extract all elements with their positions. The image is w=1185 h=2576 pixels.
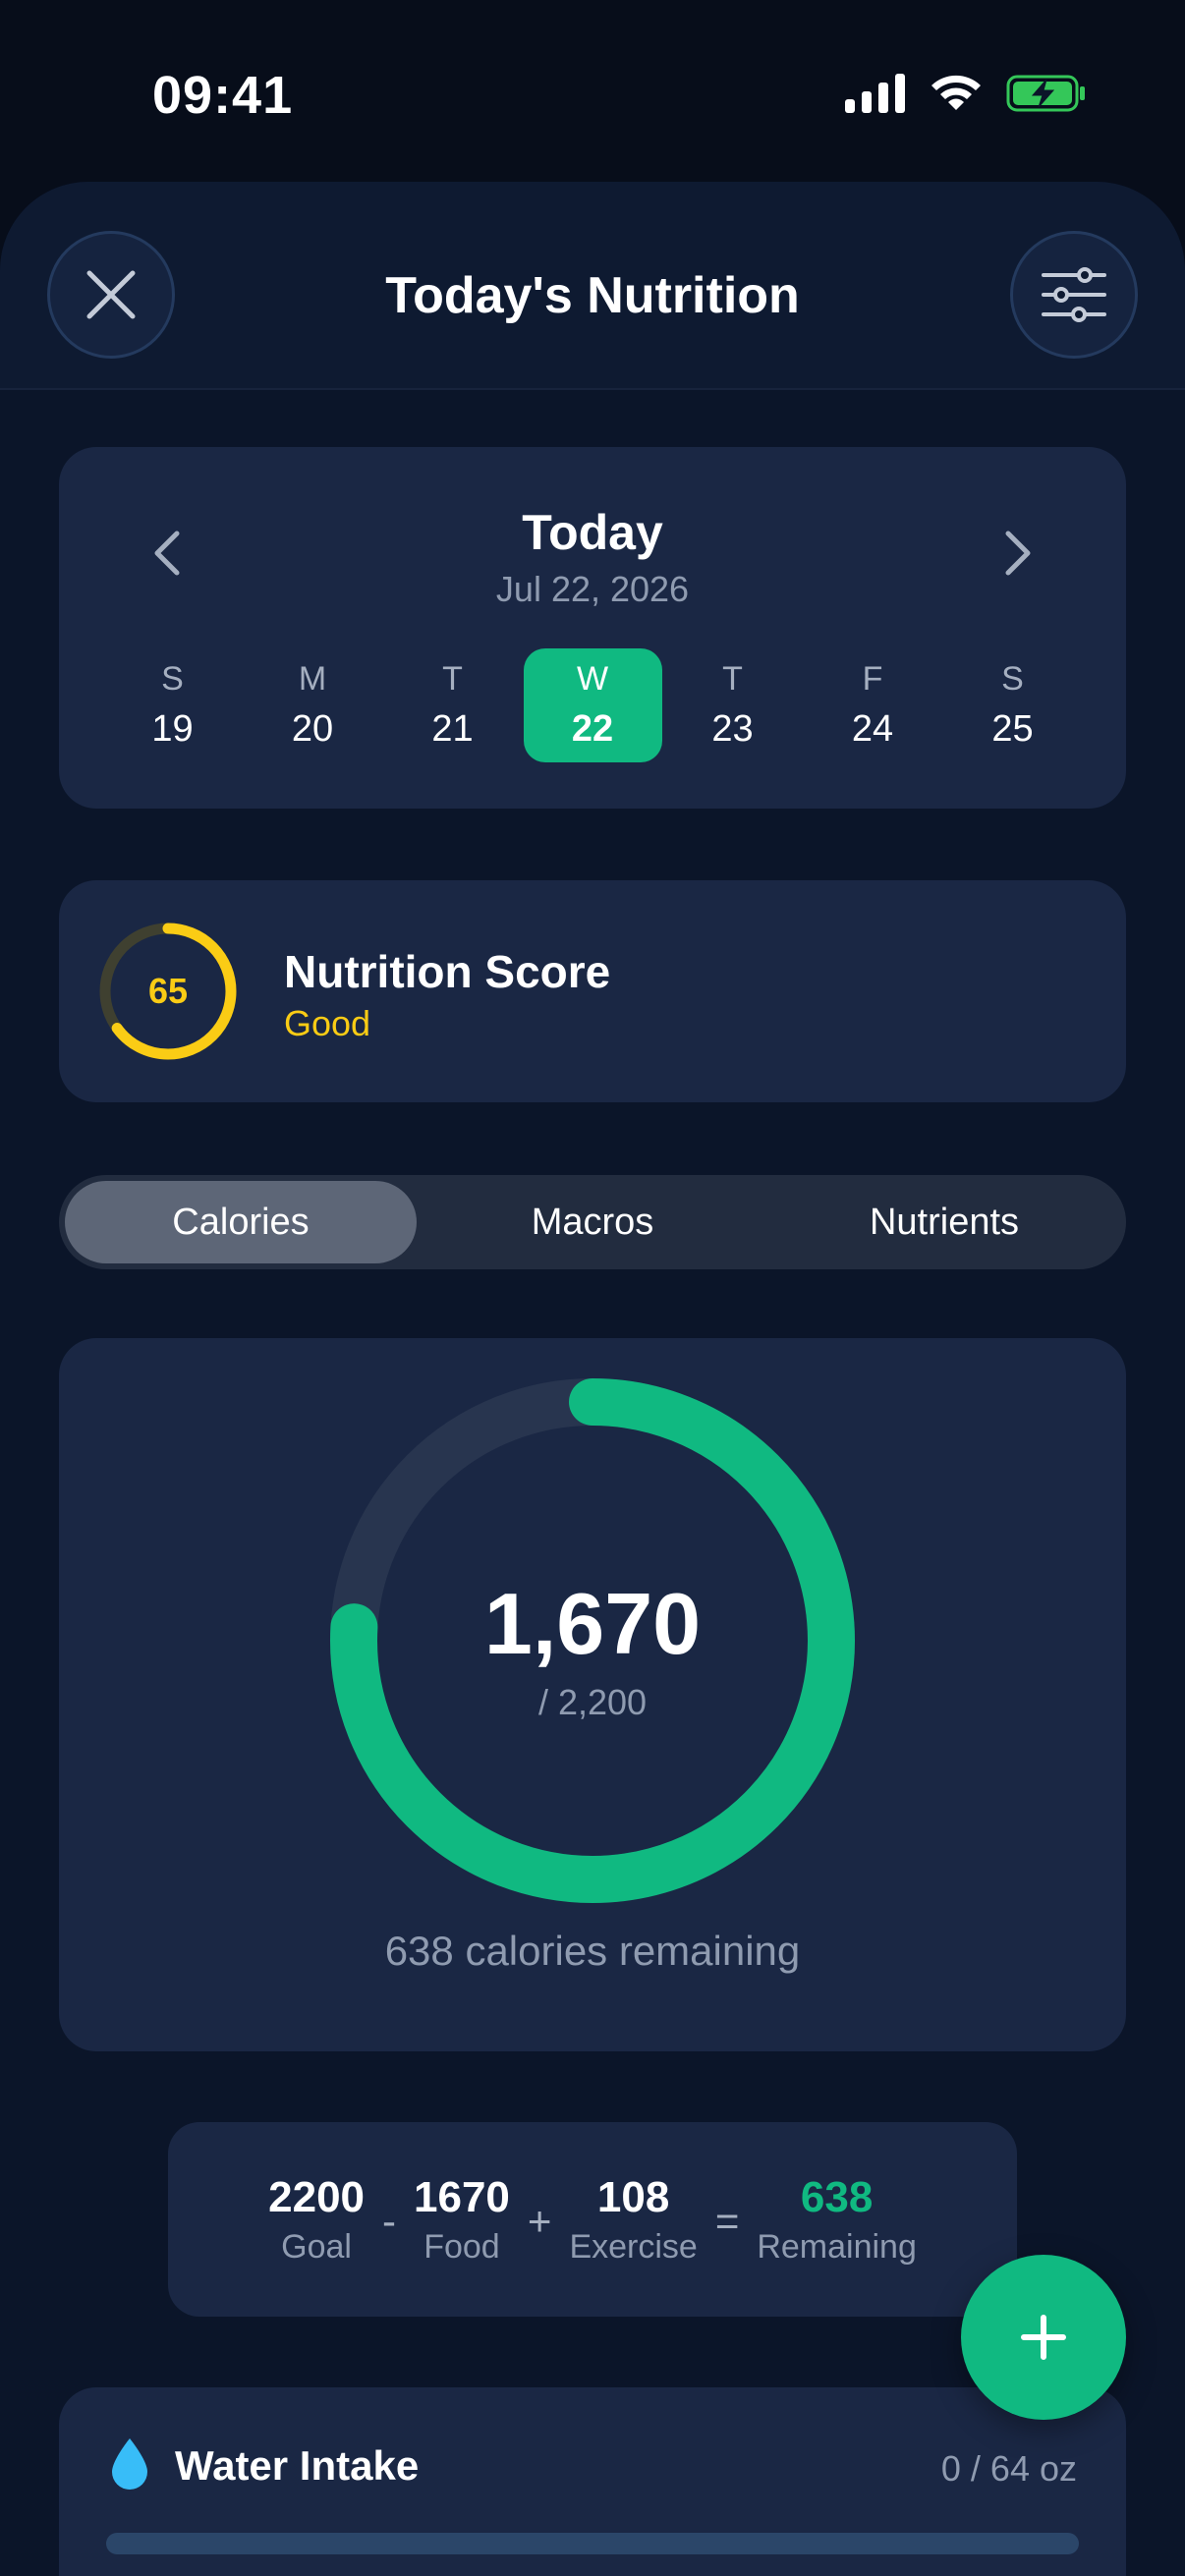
day-number: 22 xyxy=(571,708,614,750)
chevron-right-icon xyxy=(1005,531,1031,576)
plus-icon xyxy=(1021,2315,1066,2360)
formula-goal-label: Goal xyxy=(281,2227,352,2266)
formula-remaining-label: Remaining xyxy=(757,2227,917,2266)
nutrition-tabs: Calories Macros Nutrients xyxy=(59,1175,1126,1269)
water-intake-card[interactable]: Water Intake 0 / 64 oz xyxy=(59,2387,1126,2576)
formula-food-label: Food xyxy=(423,2227,500,2266)
day-letter: F xyxy=(862,660,883,698)
day-thu-23[interactable]: T 23 xyxy=(663,648,802,762)
formula-goal: 2200 Goal xyxy=(268,2173,365,2267)
water-drop-icon xyxy=(112,2438,147,2490)
formula-food: 1670 Food xyxy=(414,2173,510,2267)
day-number: 19 xyxy=(151,708,194,750)
sheet-header: Today's Nutrition xyxy=(0,182,1185,390)
status-bar: 09:41 xyxy=(0,0,1185,187)
day-letter: S xyxy=(161,660,184,698)
day-number: 25 xyxy=(991,708,1034,750)
calorie-formula: 2200 Goal - 1670 Food + 108 Exercise = 6… xyxy=(168,2122,1017,2317)
day-number: 21 xyxy=(431,708,474,750)
date-subtitle: Jul 22, 2026 xyxy=(495,569,690,609)
nutrition-score-card[interactable]: 65 Nutrition Score Good xyxy=(59,880,1126,1102)
formula-exercise-value: 108 xyxy=(596,2172,670,2221)
tab-macros[interactable]: Macros xyxy=(417,1181,768,1263)
filter-settings-button[interactable] xyxy=(1010,231,1138,359)
minus-operator: - xyxy=(382,2198,397,2244)
day-letter: T xyxy=(442,660,463,698)
tab-nutrients[interactable]: Nutrients xyxy=(768,1181,1120,1263)
signal-icon xyxy=(845,74,905,113)
status-time: 09:41 xyxy=(152,66,294,125)
score-value: 65 xyxy=(147,971,189,1011)
day-number: 24 xyxy=(851,708,894,750)
day-fri-24[interactable]: F 24 xyxy=(804,648,942,762)
sliders-icon xyxy=(1042,267,1106,322)
page-title: Today's Nutrition xyxy=(385,267,800,324)
day-wed-22-selected[interactable]: W 22 xyxy=(523,648,662,762)
water-progress-bar xyxy=(106,2533,1079,2554)
nutrition-sheet: Today's Nutrition Today Jul 22, 2026 S 1… xyxy=(0,182,1185,2576)
day-tue-21[interactable]: T 21 xyxy=(383,648,522,762)
calories-goal: / 2,200 xyxy=(537,1682,648,1722)
day-number: 23 xyxy=(711,708,754,750)
water-title: Water Intake xyxy=(175,2442,420,2489)
week-strip: S 19 M 20 T 21 W 22 T 23 F 24 S 25 xyxy=(103,648,1082,762)
day-letter: S xyxy=(1001,660,1024,698)
next-week-button[interactable] xyxy=(988,524,1047,583)
score-title: Nutrition Score xyxy=(284,946,611,997)
add-food-button[interactable] xyxy=(961,2255,1126,2420)
formula-food-value: 1670 xyxy=(414,2172,510,2221)
calories-remaining-text: 638 calories remaining xyxy=(384,1928,801,1974)
water-amount: 0 / 64 oz xyxy=(940,2448,1077,2489)
day-mon-20[interactable]: M 20 xyxy=(244,648,382,762)
formula-exercise: 108 Exercise xyxy=(569,2173,697,2267)
formula-goal-value: 2200 xyxy=(268,2172,366,2221)
date-picker-card: Today Jul 22, 2026 S 19 M 20 T 21 W 22 T… xyxy=(59,447,1126,809)
status-icons xyxy=(845,73,1087,114)
equals-operator: = xyxy=(714,2198,740,2244)
day-letter: W xyxy=(576,660,609,698)
day-sun-19[interactable]: S 19 xyxy=(103,648,242,762)
formula-exercise-label: Exercise xyxy=(569,2227,698,2266)
day-letter: M xyxy=(298,660,327,698)
day-sat-25[interactable]: S 25 xyxy=(943,648,1082,762)
battery-charging-icon xyxy=(1006,75,1085,112)
formula-remaining-value: 638 xyxy=(800,2172,874,2221)
calories-consumed: 1,670 xyxy=(483,1575,702,1672)
formula-remaining: 638 Remaining xyxy=(757,2173,917,2267)
day-letter: T xyxy=(722,660,743,698)
date-title: Today xyxy=(522,505,663,560)
plus-operator: + xyxy=(527,2198,552,2244)
tab-calories[interactable]: Calories xyxy=(65,1181,417,1263)
wifi-icon xyxy=(931,75,981,110)
day-number: 20 xyxy=(291,708,334,750)
score-status: Good xyxy=(284,1003,371,1043)
calories-card: 1,670 / 2,200 638 calories remaining xyxy=(59,1338,1126,2051)
